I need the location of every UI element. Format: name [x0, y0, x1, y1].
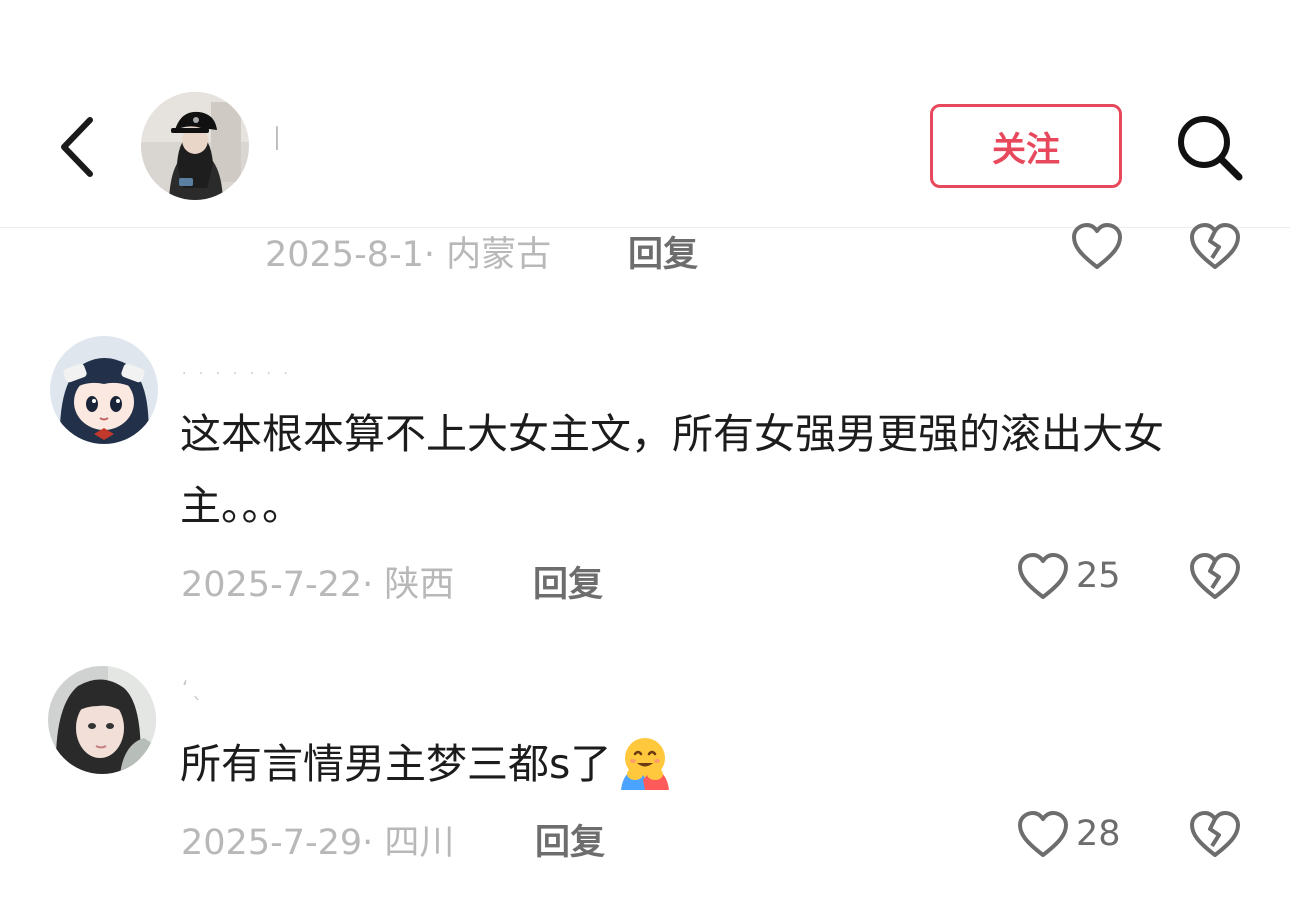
chevron-left-icon: [61, 117, 93, 177]
search-icon: [1178, 116, 1243, 181]
author-avatar-image: [141, 92, 249, 200]
author-username[interactable]: ▏: [276, 126, 316, 166]
like-count: 28: [1076, 814, 1121, 854]
like-button[interactable]: [1016, 810, 1070, 860]
top-bar: ▏ 关注: [0, 0, 1290, 228]
like-count: 25: [1076, 556, 1121, 596]
search-button[interactable]: [1172, 110, 1248, 186]
commenter-avatar[interactable]: [50, 336, 158, 444]
dislike-button[interactable]: [1188, 552, 1242, 602]
comment-text: 这本根本算不上大女主文，所有女强男更强的滚出大女主。。。: [180, 410, 1164, 530]
commenter-username[interactable]: ʻˎ: [182, 676, 222, 712]
heart-icon: [1072, 223, 1122, 269]
dislike-button[interactable]: [1188, 810, 1242, 860]
comment-date-location: 2025-7-22· 陕西: [181, 565, 455, 605]
comment-page: ▏ 关注 2025-8-1· 内蒙古 回复 . . . . . . . 这本根本…: [0, 0, 1290, 922]
like-button[interactable]: [1070, 222, 1124, 272]
commenter-avatar-image: [48, 666, 156, 774]
comment-date-location: 2025-8-1· 内蒙古: [265, 235, 552, 275]
comment-text: 所有言情男主梦三都s了: [180, 728, 1250, 800]
dislike-button[interactable]: [1188, 222, 1242, 272]
comment-date-location: 2025-7-29· 四川: [181, 823, 455, 863]
broken-heart-icon: [1190, 811, 1240, 857]
reply-button[interactable]: 回复: [533, 556, 603, 607]
author-avatar[interactable]: [141, 92, 249, 200]
broken-heart-icon: [1190, 553, 1240, 599]
hugging-face-emoji: [617, 734, 673, 790]
heart-icon: [1018, 811, 1068, 857]
like-button[interactable]: [1016, 552, 1070, 602]
reply-button[interactable]: 回复: [628, 226, 698, 277]
back-button[interactable]: [50, 112, 110, 182]
follow-button[interactable]: 关注: [930, 104, 1122, 188]
heart-icon: [1018, 553, 1068, 599]
commenter-avatar-image: [50, 336, 158, 444]
reply-button[interactable]: 回复: [535, 814, 605, 865]
broken-heart-icon: [1190, 223, 1240, 269]
commenter-avatar[interactable]: [48, 666, 156, 774]
commenter-username[interactable]: . . . . . . .: [182, 362, 302, 386]
comment-text-content: 所有言情男主梦三都s了: [180, 740, 612, 788]
